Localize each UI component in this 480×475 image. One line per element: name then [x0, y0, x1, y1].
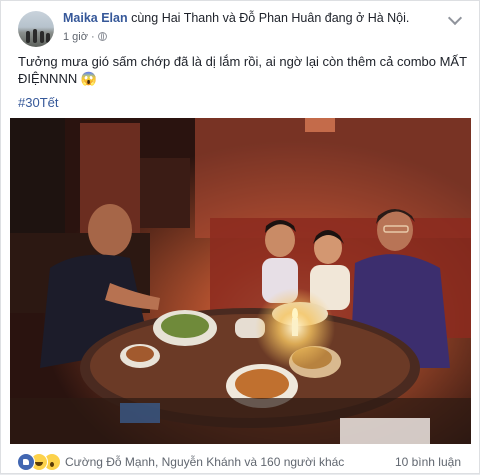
author-name[interactable]: Maika Elan: [63, 11, 128, 25]
header-tagged-location[interactable]: cùng Hai Thanh và Đỗ Phan Huân đang ở Hà…: [131, 11, 409, 25]
post-photo[interactable]: [10, 118, 471, 444]
family-dinner-photo: [10, 118, 471, 444]
chevron-down-icon[interactable]: [447, 10, 463, 26]
globe-icon[interactable]: [97, 32, 107, 41]
header-line: Maika Elan cùng Hai Thanh và Đỗ Phan Huâ…: [63, 11, 409, 25]
post-text: Tưởng mưa gió sấm chớp đã là dị lắm rồi,…: [18, 54, 467, 86]
author-avatar[interactable]: [18, 11, 54, 47]
post-meta: 1 giờ ·: [63, 31, 107, 43]
post-footer: Cường Đỗ Mạnh, Nguyễn Khánh và 160 người…: [1, 447, 480, 475]
meta-separator: ·: [90, 31, 95, 43]
comment-count[interactable]: 10 bình luận: [395, 455, 461, 469]
post-hashtag[interactable]: #30Tết: [18, 95, 58, 110]
reaction-icons[interactable]: [17, 453, 71, 471]
post-card: Maika Elan cùng Hai Thanh và Đỗ Phan Huâ…: [0, 0, 480, 474]
post-header: Maika Elan cùng Hai Thanh và Đỗ Phan Huâ…: [1, 1, 480, 47]
post-timestamp[interactable]: 1 giờ: [63, 31, 88, 43]
like-icon[interactable]: [17, 453, 35, 471]
reaction-summary[interactable]: Cường Đỗ Mạnh, Nguyễn Khánh và 160 người…: [65, 455, 344, 469]
